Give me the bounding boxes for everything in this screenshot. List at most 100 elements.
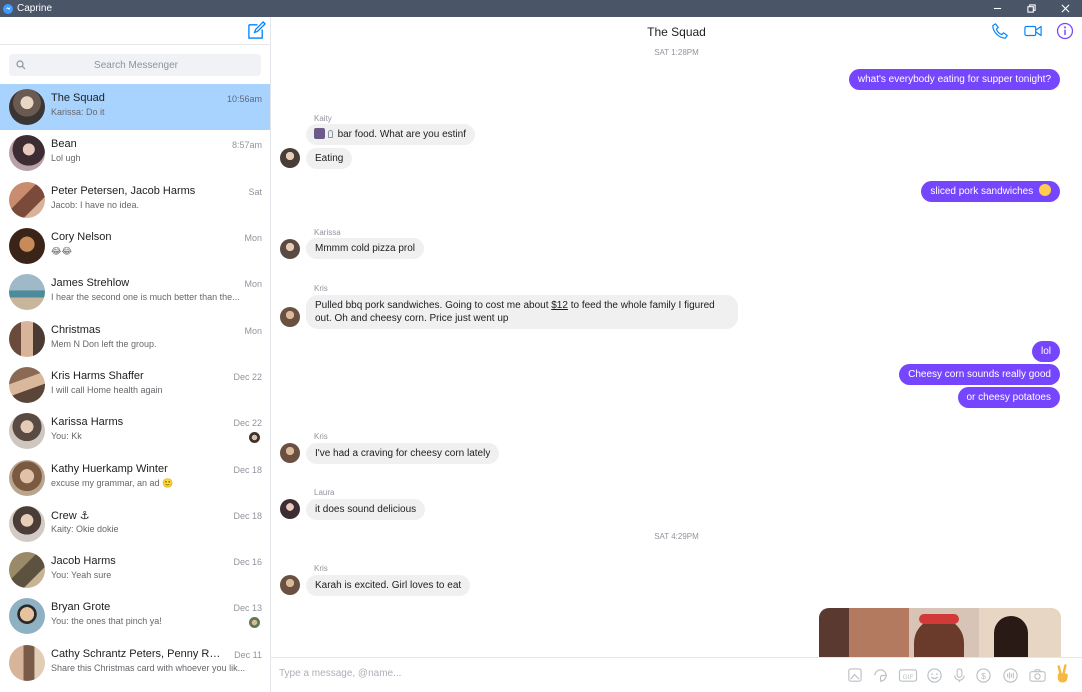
svg-text:$: $	[981, 671, 986, 681]
gif-icon[interactable]: GIF	[898, 667, 918, 684]
conversation-name: Bean	[51, 138, 77, 151]
message-text: sliced pork sandwiches	[930, 186, 1034, 197]
conversation-time: Mon	[244, 233, 262, 244]
payment-icon[interactable]: $	[975, 667, 992, 684]
avatar	[9, 552, 45, 589]
sender-avatar	[280, 148, 300, 168]
message-bubble-outgoing[interactable]: what's everybody eating for supper tonig…	[848, 69, 1060, 90]
conversation-bryan-grote[interactable]: Bryan Grote You: the ones that pinch ya! D…	[0, 593, 270, 639]
message-composer: GIF $	[271, 657, 1082, 692]
price-link[interactable]: $12	[551, 300, 568, 311]
conversation-bean[interactable]: Bean Lol ugh 8:57am	[0, 130, 270, 176]
audio-wave-icon[interactable]	[1002, 667, 1019, 684]
search-bar[interactable]	[9, 54, 261, 76]
message-bubble-outgoing[interactable]: sliced pork sandwiches	[921, 181, 1060, 202]
info-icon[interactable]	[1056, 22, 1074, 40]
sender-name: Kaity	[314, 114, 332, 123]
conversation-sidebar: The Squad Karissa: Do it 10:56am Bean Lol u…	[0, 17, 271, 692]
message-bubble-outgoing[interactable]: lol	[1031, 341, 1060, 362]
conversation-christmas[interactable]: Christmas Mem N Don left the group. Mon	[0, 315, 270, 361]
phone-call-icon[interactable]	[991, 22, 1009, 40]
conversation-snippet: You: the ones that pinch ya!	[51, 616, 162, 627]
video-call-icon[interactable]	[1023, 22, 1043, 40]
conversation-time: Dec 22	[233, 418, 262, 429]
avatar	[9, 274, 45, 311]
avatar	[9, 459, 45, 496]
conversation-name: Crew ⚓	[51, 509, 90, 522]
conversation-time: 10:56am	[226, 94, 262, 105]
conversation-time: Sat	[248, 186, 262, 197]
title-bar: Caprine	[0, 0, 1082, 17]
conversation-name: Cory Nelson	[51, 231, 112, 244]
peace-hand-icon[interactable]	[1054, 664, 1072, 684]
sender-name: Karissa	[314, 228, 341, 237]
restore-button[interactable]	[1014, 0, 1048, 17]
read-receipt-avatar	[249, 432, 260, 444]
message-bubble-incoming[interactable]: it does sound delicious	[306, 499, 426, 520]
message-bubble-outgoing[interactable]: Cheesy corn sounds really good	[899, 364, 1060, 385]
message-bubble-incoming[interactable]: bar food. What are you estinf	[306, 124, 475, 145]
minimize-button[interactable]	[980, 0, 1014, 17]
conversation-kathy-huerkamp-winter[interactable]: Kathy Huerkamp Winter excuse my grammar, …	[0, 454, 270, 500]
conversation-snippet: Karissa: Do it	[51, 107, 105, 118]
search-icon	[16, 60, 26, 70]
message-bubble-incoming[interactable]: I've had a craving for cheesy corn latel…	[306, 443, 500, 464]
conversation-name: The Squad	[51, 92, 105, 105]
conversation-name: Cathy Schrantz Peters, Penny Rosfjor...	[51, 647, 226, 660]
conversation-name: Peter Petersen, Jacob Harms	[51, 184, 196, 197]
conversation-time: Dec 22	[233, 371, 262, 382]
message-bubble-incoming[interactable]: Pulled bbq pork sandwiches. Going to cos…	[306, 295, 738, 329]
conversation-cathy-penny[interactable]: Cathy Schrantz Peters, Penny Rosfjor... S…	[0, 640, 270, 686]
conversation-time: Mon	[244, 279, 262, 290]
conversation-the-squad[interactable]: The Squad Karissa: Do it 10:56am	[0, 84, 270, 131]
conversation-time: Dec 13	[233, 603, 262, 614]
conversation-kris-harms-shaffer[interactable]: Kris Harms Shaffer I will call Home healt…	[0, 362, 270, 408]
conversation-james-strehlow[interactable]: James Strehlow I hear the second one is m…	[0, 269, 270, 315]
microphone-icon[interactable]	[951, 667, 968, 684]
conversation-time: Dec 18	[233, 510, 262, 521]
message-bubble-incoming[interactable]: Karah is excited. Girl loves to eat	[306, 575, 471, 596]
timestamp-divider: SAT 4:29PM	[654, 532, 699, 541]
image-icon[interactable]	[846, 667, 863, 684]
sender-avatar	[280, 239, 300, 259]
conversation-snippet: You: Kk	[51, 431, 82, 442]
conversation-name: Kathy Huerkamp Winter	[51, 462, 168, 475]
message-text: Pulled bbq pork sandwiches. Going to cos…	[315, 300, 552, 311]
message-bubble-incoming[interactable]: Mmmm cold pizza prol	[306, 238, 425, 259]
sender-avatar	[280, 307, 300, 327]
sender-name: Kris	[314, 564, 328, 573]
app-title: Caprine	[17, 3, 53, 14]
lightbulb-icon	[327, 130, 333, 138]
conversation-name: James Strehlow	[51, 277, 130, 290]
message-input[interactable]	[279, 668, 679, 679]
conversation-snippet: I will call Home health again	[51, 384, 163, 395]
read-receipt-avatar	[249, 617, 260, 629]
close-window-button[interactable]	[1048, 0, 1082, 17]
conversation-name: Kris Harms Shaffer	[51, 369, 144, 382]
conversation-cory-nelson[interactable]: Cory Nelson 😂😂 Mon	[0, 223, 270, 269]
conversation-time: Dec 16	[233, 557, 262, 568]
conversation-karissa-harms[interactable]: Karissa Harms You: Kk Dec 22	[0, 408, 270, 454]
conversation-snippet: Jacob: I have no idea.	[51, 199, 140, 210]
message-bubble-incoming[interactable]: Eating	[306, 148, 353, 169]
message-bubble-outgoing[interactable]: or cheesy potatoes	[957, 387, 1060, 408]
conversation-crew[interactable]: Crew ⚓ Kaity: Okie dokie Dec 18	[0, 501, 270, 547]
avatar	[9, 181, 45, 218]
avatar	[9, 89, 45, 126]
conversation-peter-jacob[interactable]: Peter Petersen, Jacob Harms Jacob: I have…	[0, 177, 270, 223]
conversation-snippet: Mem N Don left the group.	[51, 338, 157, 349]
conversation-jacob-harms[interactable]: Jacob Harms You: Yeah sure Dec 16	[0, 547, 270, 593]
shared-photo[interactable]	[819, 608, 1061, 658]
camera-icon[interactable]	[1028, 667, 1047, 684]
compose-icon[interactable]	[247, 21, 266, 40]
emoji-icon[interactable]	[926, 667, 943, 684]
sender-name: Kris	[314, 432, 328, 441]
chat-title: The Squad	[647, 25, 706, 39]
search-input[interactable]	[26, 59, 246, 71]
caprine-logo-icon	[3, 3, 13, 14]
conversation-snippet: You: Yeah sure	[51, 570, 112, 581]
sticker-button-icon[interactable]	[872, 667, 889, 684]
avatar	[9, 135, 45, 172]
conversation-name: Jacob Harms	[51, 555, 116, 568]
conversation-snippet: Lol ugh	[51, 153, 81, 164]
